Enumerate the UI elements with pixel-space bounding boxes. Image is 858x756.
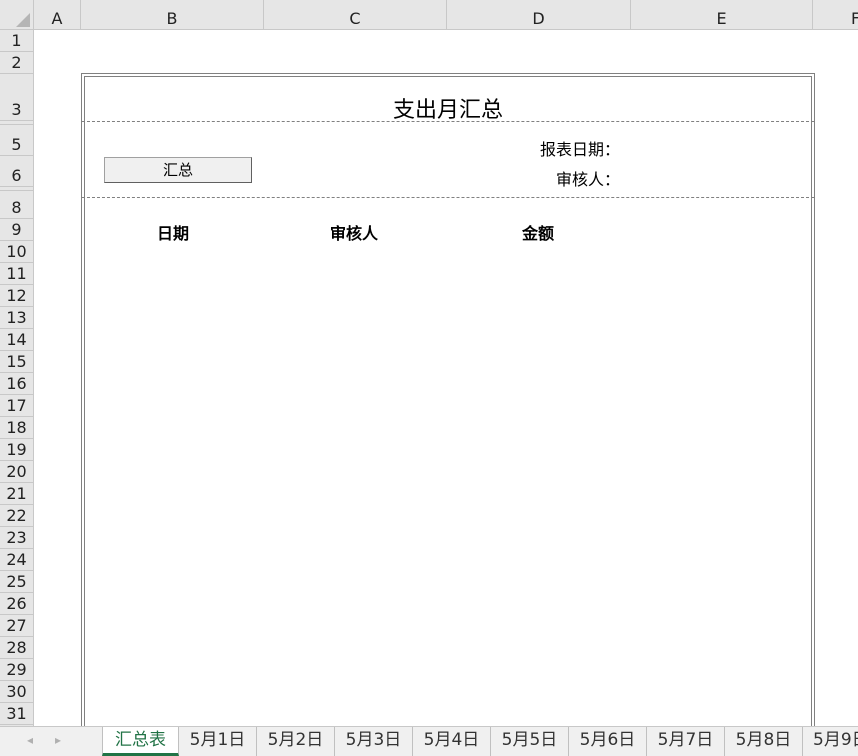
row-header[interactable]: 31 bbox=[0, 703, 33, 725]
row-header[interactable]: 30 bbox=[0, 681, 33, 703]
reviewer-label: 审核人： bbox=[555, 170, 620, 189]
select-all-corner[interactable] bbox=[0, 0, 34, 30]
row-header[interactable]: 12 bbox=[0, 285, 33, 307]
row-header[interactable]: 22 bbox=[0, 505, 33, 527]
report-frame: 支出月汇总 汇总 报表日期： 审核人： 日期 审核人 金额 bbox=[81, 73, 815, 726]
row-header[interactable]: 3 bbox=[0, 74, 33, 121]
row-header[interactable]: 23 bbox=[0, 527, 33, 549]
row-header[interactable]: 16 bbox=[0, 373, 33, 395]
row-header[interactable]: 24 bbox=[0, 549, 33, 571]
sheet-tab-summary[interactable]: 汇总表 bbox=[102, 727, 179, 756]
column-header-a[interactable]: A bbox=[34, 0, 81, 30]
row-header[interactable]: 2 bbox=[0, 52, 33, 74]
header-reviewer: 审核人 bbox=[330, 224, 379, 243]
row-header[interactable]: 6 bbox=[0, 156, 33, 187]
column-header-b[interactable]: B bbox=[81, 0, 264, 30]
dashed-divider bbox=[82, 197, 814, 198]
row-header[interactable]: 17 bbox=[0, 395, 33, 417]
row-header[interactable]: 15 bbox=[0, 351, 33, 373]
row-header[interactable]: 28 bbox=[0, 637, 33, 659]
row-header[interactable]: 13 bbox=[0, 307, 33, 329]
column-header-f[interactable]: F bbox=[813, 0, 858, 30]
row-header[interactable]: 11 bbox=[0, 263, 33, 285]
worksheet-grid[interactable]: 支出月汇总 汇总 报表日期： 审核人： 日期 审核人 金额 bbox=[34, 30, 858, 726]
sheet-tab-bar: ◂ ▸ 汇总表 5月1日 5月2日 5月3日 5月4日 5月5日 5月6日 5月… bbox=[0, 726, 858, 756]
row-header[interactable]: 21 bbox=[0, 483, 33, 505]
row-header[interactable]: 9 bbox=[0, 219, 33, 241]
row-header[interactable]: 26 bbox=[0, 593, 33, 615]
sheet-tab[interactable]: 5月1日 bbox=[179, 727, 257, 756]
row-header[interactable]: 19 bbox=[0, 439, 33, 461]
sheet-tab[interactable]: 5月2日 bbox=[257, 727, 335, 756]
sheet-tab[interactable]: 5月8日 bbox=[725, 727, 803, 756]
row-header[interactable]: 10 bbox=[0, 241, 33, 263]
column-header-bar: A B C D E F bbox=[0, 0, 858, 30]
row-header[interactable]: 18 bbox=[0, 417, 33, 439]
row-header[interactable]: 1 bbox=[0, 30, 33, 52]
scroll-tabs-right-icon[interactable]: ▸ bbox=[55, 733, 61, 747]
dashed-divider bbox=[82, 121, 814, 122]
sheet-tab[interactable]: 5月6日 bbox=[569, 727, 647, 756]
row-header[interactable]: 29 bbox=[0, 659, 33, 681]
row-header[interactable]: 8 bbox=[0, 191, 33, 219]
header-amount: 金额 bbox=[522, 224, 555, 243]
row-header[interactable]: 20 bbox=[0, 461, 33, 483]
column-header-c[interactable]: C bbox=[264, 0, 447, 30]
summary-button[interactable]: 汇总 bbox=[104, 157, 252, 183]
row-header[interactable]: 27 bbox=[0, 615, 33, 637]
scroll-tabs-left-icon[interactable]: ◂ bbox=[27, 733, 33, 747]
report-date-label: 报表日期： bbox=[539, 140, 620, 159]
report-title: 支出月汇总 bbox=[392, 98, 503, 123]
sheet-tab[interactable]: 5月7日 bbox=[647, 727, 725, 756]
sheet-tab[interactable]: 5月9日 bbox=[803, 727, 858, 756]
row-header[interactable]: 25 bbox=[0, 571, 33, 593]
header-date: 日期 bbox=[157, 224, 190, 243]
sheet-tab[interactable]: 5月4日 bbox=[413, 727, 491, 756]
sheet-tab[interactable]: 5月3日 bbox=[335, 727, 413, 756]
select-all-triangle-icon bbox=[16, 13, 30, 27]
row-header[interactable]: 14 bbox=[0, 329, 33, 351]
row-header[interactable]: 5 bbox=[0, 125, 33, 156]
column-header-d[interactable]: D bbox=[447, 0, 631, 30]
column-header-e[interactable]: E bbox=[631, 0, 813, 30]
sheet-tab[interactable]: 5月5日 bbox=[491, 727, 569, 756]
row-header-bar: 1 2 3 4 5 6 7 8 9 10 11 12 13 14 15 16 1… bbox=[0, 30, 34, 726]
